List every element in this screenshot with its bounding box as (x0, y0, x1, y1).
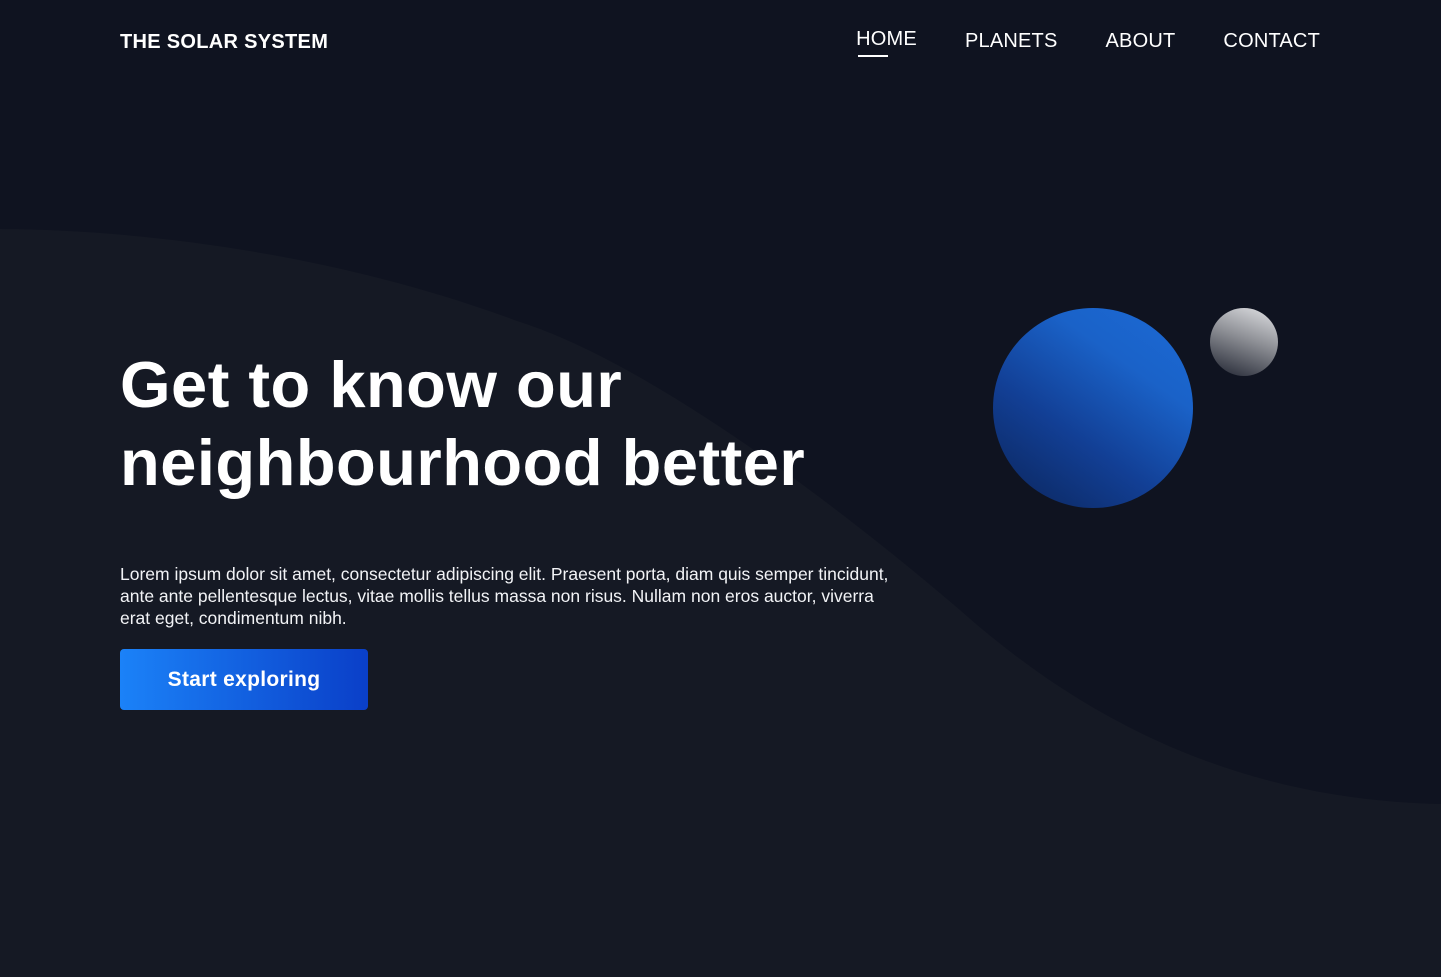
nav-item-contact[interactable]: CONTACT (1223, 30, 1320, 53)
nav-item-label: ABOUT (1105, 30, 1176, 52)
site-header: THE SOLAR SYSTEM HOME PLANETS ABOUT CONT… (0, 0, 1441, 86)
hero-title-line-2: neighbourhood better (120, 426, 806, 499)
main-nav: HOME PLANETS ABOUT CONTACT (856, 28, 1320, 57)
nav-item-label: CONTACT (1223, 30, 1320, 52)
hero-description: Lorem ipsum dolor sit amet, consectetur … (120, 564, 889, 628)
nav-item-home[interactable]: HOME (856, 28, 917, 57)
start-exploring-button[interactable]: Start exploring (120, 649, 368, 710)
blue-planet-illustration (993, 308, 1193, 508)
nav-item-label: HOME (856, 28, 917, 50)
hero-title-line-1: Get to know our (120, 348, 623, 421)
nav-item-planets[interactable]: PLANETS (965, 30, 1058, 53)
hero-title: Get to know our neighbourhood better (120, 346, 920, 502)
grey-moon-illustration (1210, 308, 1278, 376)
nav-item-label: PLANETS (964, 30, 1058, 52)
site-logo[interactable]: THE SOLAR SYSTEM (120, 31, 328, 54)
nav-item-about[interactable]: ABOUT (1106, 30, 1176, 53)
active-indicator (858, 55, 889, 57)
